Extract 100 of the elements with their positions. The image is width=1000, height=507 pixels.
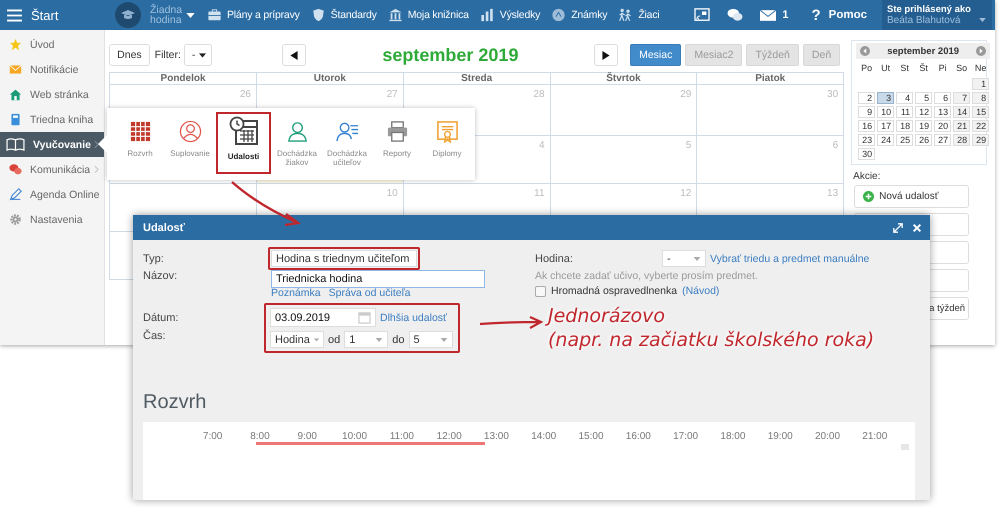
nav-link[interactable]: Žiaci [618,8,660,22]
date-cell[interactable]: 15 [972,106,990,118]
date-cell[interactable]: 17 [877,120,894,132]
date-cell[interactable]: 10 [877,106,894,118]
next-month-button[interactable] [594,44,618,66]
hour-label: 17:00 [672,431,700,442]
date-cell[interactable]: 11 [896,106,914,118]
cast-icon[interactable] [694,8,710,22]
weekday-label: St [899,62,910,75]
checkbox[interactable] [535,286,546,296]
messages-button[interactable]: 1 [760,9,788,21]
module-item[interactable]: Rozvrh [115,112,165,172]
to-dropdown[interactable]: 5 [408,331,452,348]
nav-link[interactable]: Známky [551,8,608,22]
next-icon[interactable] [976,46,986,56]
sidebar-item[interactable]: Úvod [0,32,104,57]
new-event-button[interactable]: Nová udalosť [854,185,970,208]
field-label: Názov: [143,270,178,282]
date-cell[interactable]: 3 [877,92,894,104]
sidebar-item[interactable]: Notifikácie [0,57,104,82]
user-menu[interactable]: Ste prihlásený ako Beáta Blahutová [882,0,992,30]
module-item[interactable]: Dochádzka učiteľov [322,112,372,172]
module-item[interactable]: Suplovanie [165,112,215,172]
sidebar-item[interactable]: Komunikácia [0,157,104,182]
today-button[interactable]: Dnes [109,44,150,66]
name-field[interactable]: Triednicka hodina [271,270,485,288]
gear-icon [9,213,22,226]
date-cell[interactable]: 18 [896,120,914,132]
from-label: od [328,334,340,346]
caret-icon [979,18,986,22]
chat-icon[interactable] [727,8,744,22]
date-cell[interactable]: 23 [858,134,876,146]
link[interactable]: Správa od učiteľa [328,287,410,299]
from-dropdown[interactable]: 1 [344,331,388,348]
hour-label: 20:00 [814,431,842,442]
month-title: september 2019 [381,44,520,66]
day-number: 6 [832,140,838,151]
view-tab[interactable]: Mesiac [630,44,682,66]
date-cell[interactable]: 25 [896,134,914,146]
expand-icon[interactable] [893,222,903,232]
circle-icon [551,8,566,22]
nav-link[interactable]: Štandardy [310,8,377,22]
date-cell[interactable]: 4 [896,92,914,104]
sidebar-item[interactable]: Triedna kniha [0,107,104,132]
sidebar-item[interactable]: Agenda Online [0,182,104,207]
module-item[interactable]: Dochádzka žiakov [272,112,322,172]
date-cell[interactable]: 21 [953,120,970,132]
filter-label: Filter: [154,49,181,61]
lesson-dropdown[interactable]: - [662,250,706,267]
date-cell[interactable]: 9 [858,106,876,118]
link[interactable]: Poznámka [271,287,321,299]
scrollbar [901,444,909,450]
handwritten-note: (napr. na začiatku školského roka) [548,329,874,351]
type-dropdown[interactable]: Hodina s triednym učiteľom [271,250,417,267]
day-number: 30 [827,89,838,100]
sidebar-item[interactable]: Vyučovanie [0,132,104,157]
sidebar-item[interactable]: Nastavenia [0,207,104,232]
date-cell[interactable]: 30 [858,148,876,160]
date-cell[interactable]: 27 [934,134,952,146]
date-cell[interactable]: 22 [972,120,990,132]
date-cell[interactable]: 19 [915,120,932,132]
date-cell[interactable]: 20 [934,120,952,132]
building-icon [388,8,403,22]
previous-month-button[interactable] [282,44,306,66]
date-cell[interactable]: 13 [934,106,952,118]
day-number: 10 [386,188,398,199]
nav-link[interactable]: Moja knižnica [388,8,469,22]
date-cell[interactable]: 28 [953,134,970,146]
module-item[interactable]: Udalosti [216,112,271,174]
date-cell[interactable]: 29 [972,134,990,146]
previous-icon[interactable] [860,46,870,56]
link[interactable]: Dlhšia udalosť [380,312,447,324]
nav-link[interactable]: Plány a prípravy [207,8,300,22]
help-button[interactable]: ? Pomoc [811,6,867,24]
date-cell[interactable]: 14 [953,106,970,118]
start-menu-button[interactable]: Štart [0,8,108,22]
nav-link[interactable]: Výsledky [480,8,540,22]
link[interactable]: (Návod) [682,285,720,297]
close-icon[interactable] [912,222,922,232]
pen-icon [9,188,22,201]
hour-label: 10:00 [341,431,368,442]
person-list-icon [336,120,358,143]
calendar-icon [358,311,371,324]
link[interactable]: Vybrať triedu a predmet manuálne [710,252,870,264]
date-cell[interactable]: 26 [915,134,932,146]
date-cell[interactable]: 6 [934,92,952,104]
date-cell[interactable]: 2 [858,92,876,104]
arrow-drawing [478,316,544,330]
date-cell[interactable]: 5 [915,92,932,104]
date-cell[interactable]: 12 [915,106,932,118]
date-cell[interactable]: 1 [972,78,990,90]
filter-dropdown[interactable]: - [184,44,212,66]
date-cell[interactable]: 8 [972,92,990,104]
date-field[interactable]: 03.09.2019 [270,308,376,327]
unit-dropdown[interactable]: Hodina [270,331,324,348]
date-cell[interactable]: 7 [953,92,970,104]
date-cell[interactable]: 24 [877,134,894,146]
date-cell[interactable]: 16 [858,120,876,132]
sidebar-item[interactable]: Web stránka [0,82,104,107]
person-icon [286,120,308,143]
